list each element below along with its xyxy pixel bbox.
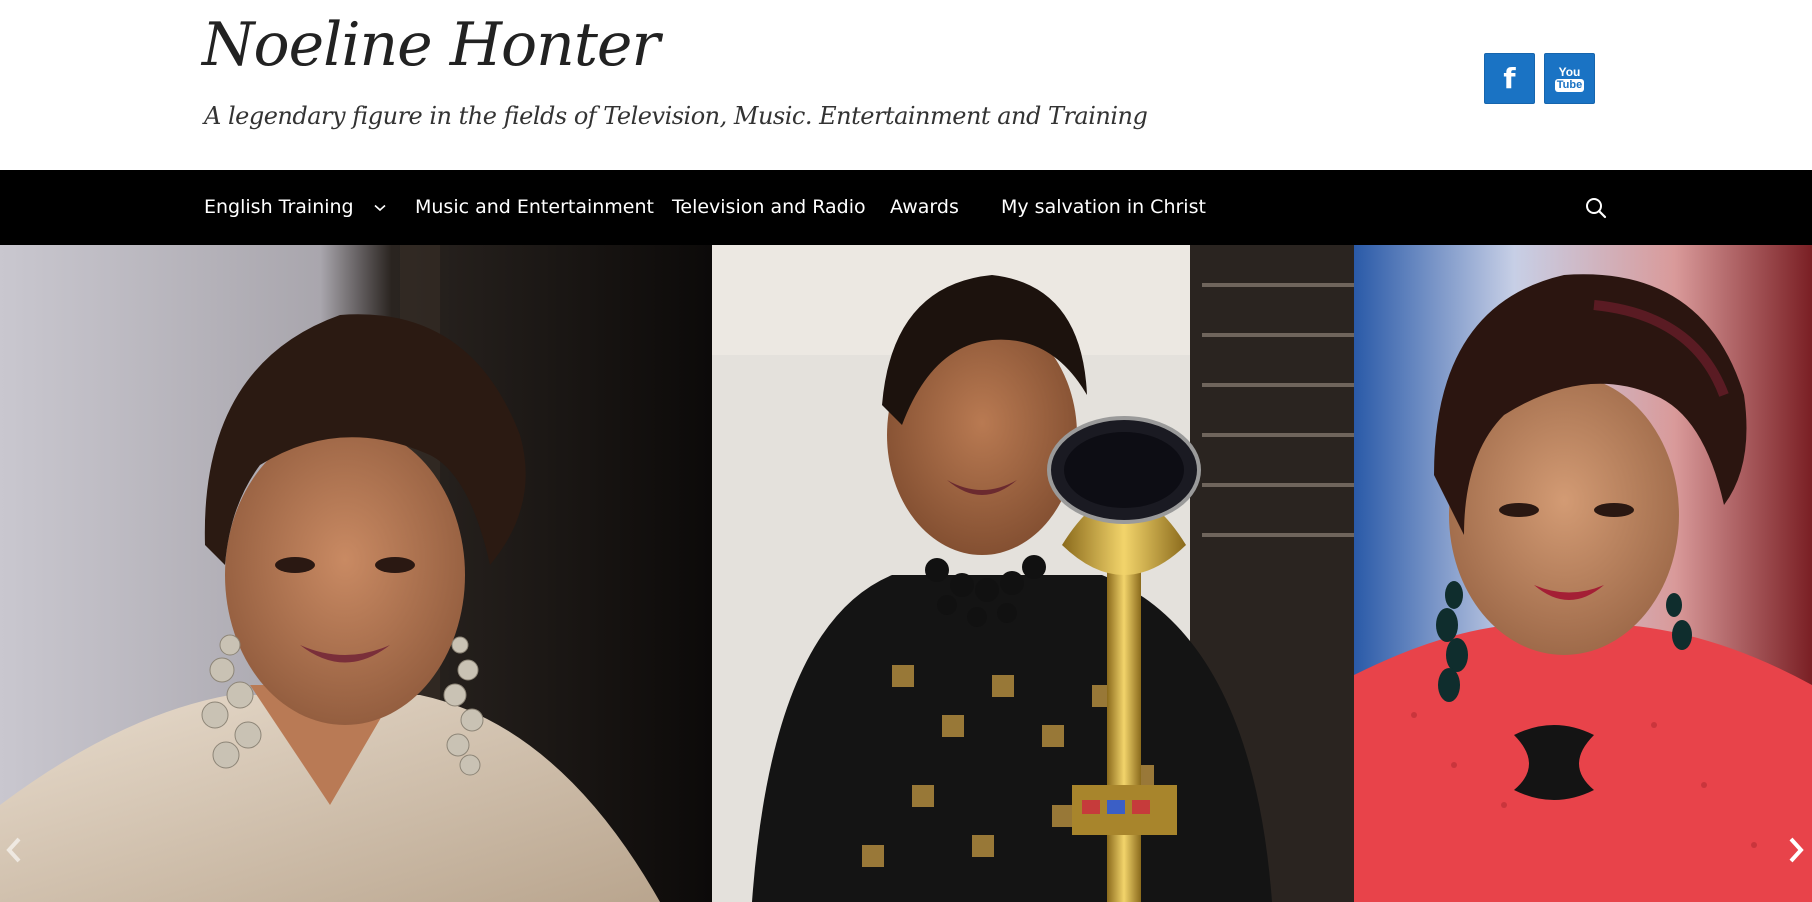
site-header: Noeline Honter A legendary figure in the… xyxy=(0,0,1812,170)
youtube-icon-line-1: You xyxy=(1558,64,1581,79)
site-tagline: A legendary figure in the fields of Tele… xyxy=(204,102,1148,130)
facebook-button[interactable]: f xyxy=(1484,53,1535,104)
nav-item-television-radio[interactable]: Television and Radio xyxy=(672,170,866,245)
nav-item-music-entertainment[interactable]: Music and Entertainment xyxy=(415,170,654,245)
nav-item-label: Awards xyxy=(890,196,959,218)
youtube-icon-line-2: Tube xyxy=(1554,78,1585,92)
chevron-down-icon xyxy=(374,204,386,211)
portrait-photo-2 xyxy=(1354,245,1812,902)
nav-item-english-training[interactable]: English Training xyxy=(204,170,386,245)
facebook-icon: f xyxy=(1503,61,1516,95)
slide-award xyxy=(712,245,1354,902)
hero-slider xyxy=(0,245,1812,902)
chevron-right-icon[interactable] xyxy=(1786,833,1806,867)
slide-portrait-1 xyxy=(0,245,712,902)
nav-item-label: English Training xyxy=(204,196,354,218)
nav-item-label: My salvation in Christ xyxy=(1001,196,1206,218)
site-title[interactable]: Noeline Honter xyxy=(202,10,660,80)
main-navigation: English Training Music and Entertainment… xyxy=(0,170,1812,245)
award-photo xyxy=(712,245,1354,902)
nav-item-label: Music and Entertainment xyxy=(415,196,654,218)
youtube-button[interactable]: You Tube xyxy=(1544,53,1595,104)
portrait-photo-1 xyxy=(0,245,712,902)
search-icon[interactable] xyxy=(1584,196,1608,220)
nav-item-awards[interactable]: Awards xyxy=(890,170,959,245)
nav-item-salvation[interactable]: My salvation in Christ xyxy=(1001,170,1206,245)
slide-portrait-2 xyxy=(1354,245,1812,902)
chevron-left-icon[interactable] xyxy=(4,833,24,867)
nav-item-label: Television and Radio xyxy=(672,196,866,218)
youtube-icon: You Tube xyxy=(1554,64,1585,92)
social-links: f You Tube xyxy=(1484,53,1595,104)
